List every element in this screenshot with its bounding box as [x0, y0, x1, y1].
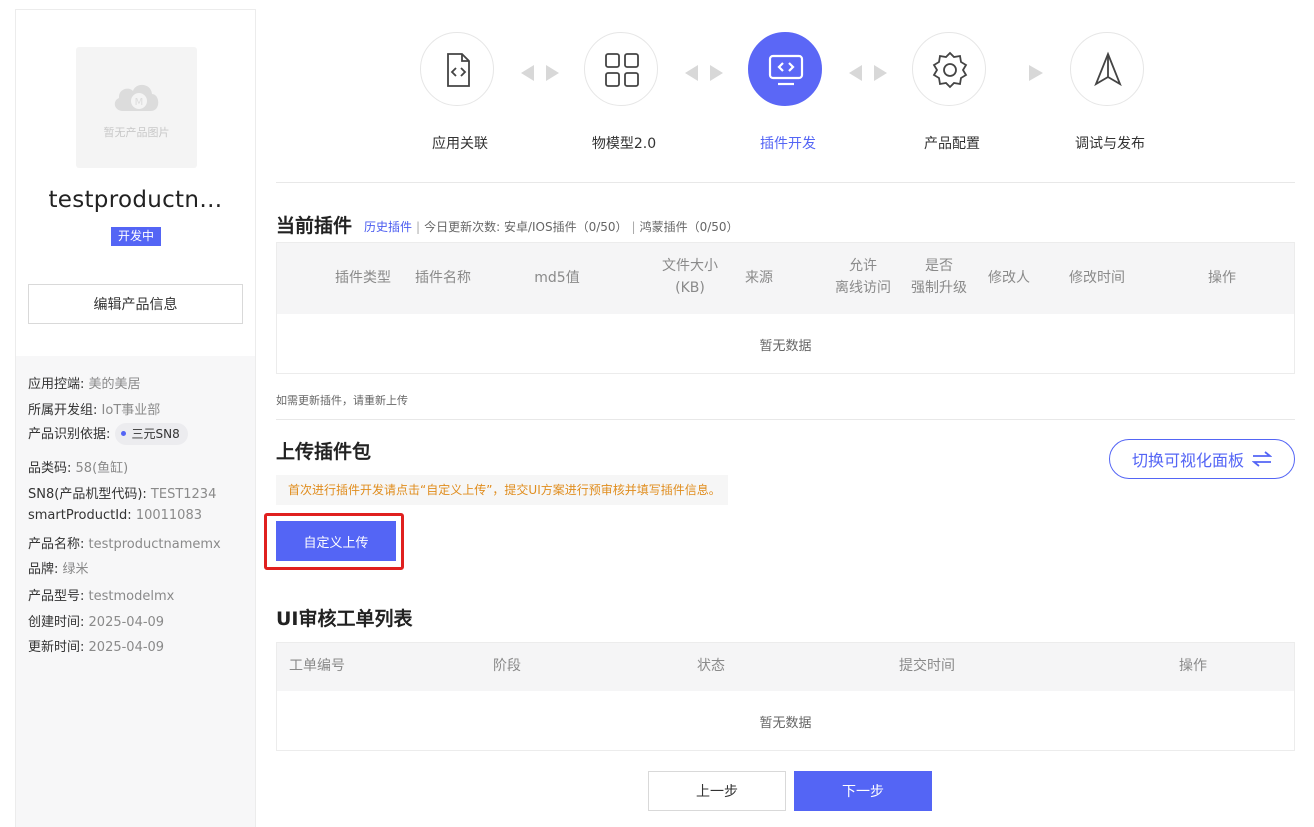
harmony-count: 鸿蒙插件（0/50）: [639, 220, 739, 234]
step-app-association[interactable]: [420, 32, 494, 106]
product-info-panel: 应用控端: 美的美居 所属开发组: IoT事业部 产品识别依据: 三元SN8 品…: [16, 356, 255, 827]
col-review-action: 操作: [1179, 658, 1207, 674]
col-plugin-name: 插件名称: [415, 270, 471, 286]
product-image-placeholder: M 暂无产品图片: [76, 47, 197, 168]
dot-icon: [120, 431, 126, 436]
step-thing-model[interactable]: [584, 32, 658, 106]
col-modified-time: 修改时间: [1069, 270, 1125, 286]
cloud-logo-icon: M: [114, 84, 159, 111]
edit-product-button[interactable]: 编辑产品信息: [28, 284, 243, 324]
swap-arrows-icon: [1252, 451, 1272, 467]
review-table-header: 工单编号 阶段 状态 提交时间 操作: [277, 643, 1294, 691]
info-brand: 品牌: 绿米: [28, 562, 89, 577]
custom-upload-button[interactable]: 自定义上传: [276, 521, 396, 561]
col-stage: 阶段: [493, 658, 521, 674]
info-product-name: 产品名称: testproductnamemx: [28, 537, 221, 552]
switch-visual-panel-button[interactable]: 切换可视化面板: [1109, 439, 1295, 479]
col-submit-time: 提交时间: [899, 658, 955, 674]
update-hint: 如需更新插件，请重新上传: [276, 394, 408, 407]
col-offline-access: 允许 离线访问: [835, 258, 891, 296]
double-arrow-icon: [521, 65, 559, 81]
step-product-config[interactable]: [912, 32, 986, 106]
plugin-sub-info: 历史插件 | 今日更新次数: 安卓/IOS插件（0/50） | 鸿蒙插件（0/50）: [364, 220, 739, 234]
col-status: 状态: [697, 658, 725, 674]
no-image-text: 暂无产品图片: [103, 126, 170, 139]
code-monitor-icon: [768, 54, 804, 86]
double-arrow-icon: [685, 65, 723, 81]
history-plugin-link[interactable]: 历史插件: [364, 220, 412, 234]
info-model: 产品型号: testmodelmx: [28, 589, 175, 604]
step-label-product-config[interactable]: 产品配置: [892, 133, 1012, 153]
product-name-title: testproductn…: [48, 187, 223, 213]
step-label-plugin-development[interactable]: 插件开发: [728, 133, 848, 153]
col-plugin-type: 插件类型: [335, 270, 391, 286]
gear-icon: [932, 51, 968, 89]
col-md5: md5值: [534, 270, 580, 286]
next-step-button[interactable]: 下一步: [794, 771, 932, 811]
info-category: 品类码: 58(鱼缸): [28, 461, 129, 476]
info-dev-group: 所属开发组: IoT事业部: [28, 403, 161, 418]
divider: [276, 419, 1295, 420]
info-sn8: SN8(产品机型代码): TEST1234: [28, 487, 217, 502]
divider: [276, 182, 1295, 183]
current-plugin-title: 当前插件: [276, 215, 353, 237]
col-force-upgrade: 是否 强制升级: [911, 258, 967, 296]
svg-text:M: M: [135, 97, 144, 108]
plugin-table: 插件类型 插件名称 md5值 文件大小 (KB) 来源 允许 离线访问 是否 强制升级…: [276, 242, 1295, 374]
ui-review-title: UI审核工单列表: [276, 608, 413, 630]
step-debug-publish[interactable]: [1070, 32, 1144, 106]
step-label-debug-publish[interactable]: 调试与发布: [1050, 133, 1170, 153]
col-file-size: 文件大小 (KB): [662, 258, 718, 296]
grid-icon: [605, 53, 639, 87]
page: M 暂无产品图片 testproductn… 开发中 编辑产品信息 应用控端: …: [0, 0, 1314, 827]
first-dev-tip: 首次进行插件开发请点击“自定义上传”，提交UI方案进行预审核并填写插件信息。: [276, 475, 728, 505]
today-updates-label: 今日更新次数:: [424, 220, 501, 234]
col-order-no: 工单编号: [289, 658, 345, 674]
info-created: 创建时间: 2025-04-09: [28, 615, 165, 630]
review-table: 工单编号 阶段 状态 提交时间 操作 暂无数据: [276, 642, 1295, 751]
col-source: 来源: [745, 270, 773, 286]
prev-step-button[interactable]: 上一步: [648, 771, 786, 811]
step-label-app-association[interactable]: 应用关联: [400, 133, 520, 153]
info-app-control: 应用控端: 美的美居: [28, 377, 141, 392]
col-modifier: 修改人: [988, 270, 1030, 286]
send-icon: [1094, 51, 1122, 87]
plugin-table-header: 插件类型 插件名称 md5值 文件大小 (KB) 来源 允许 离线访问 是否 强制升级…: [277, 243, 1294, 314]
review-empty-text: 暂无数据: [759, 716, 812, 731]
identify-tag: 三元SN8: [114, 423, 188, 445]
double-arrow-icon: [849, 65, 887, 81]
info-identify: 产品识别依据: 三元SN8: [28, 423, 188, 445]
step-label-thing-model[interactable]: 物模型2.0: [564, 133, 684, 153]
code-file-icon: [447, 53, 470, 87]
status-badge: 开发中: [111, 227, 162, 246]
info-updated: 更新时间: 2025-04-09: [28, 640, 165, 655]
product-sidebar: M 暂无产品图片 testproductn… 开发中 编辑产品信息 应用控端: …: [15, 9, 256, 827]
col-action: 操作: [1208, 270, 1236, 286]
info-smart-product-id: smartProductId: 10011083: [28, 508, 202, 523]
step-plugin-development[interactable]: [748, 32, 822, 106]
upload-plugin-title: 上传插件包: [276, 441, 372, 463]
android-ios-count: 安卓/IOS插件（0/50）: [503, 220, 628, 234]
arrow-right-icon: [1029, 65, 1043, 81]
plugin-empty-text: 暂无数据: [759, 339, 812, 354]
